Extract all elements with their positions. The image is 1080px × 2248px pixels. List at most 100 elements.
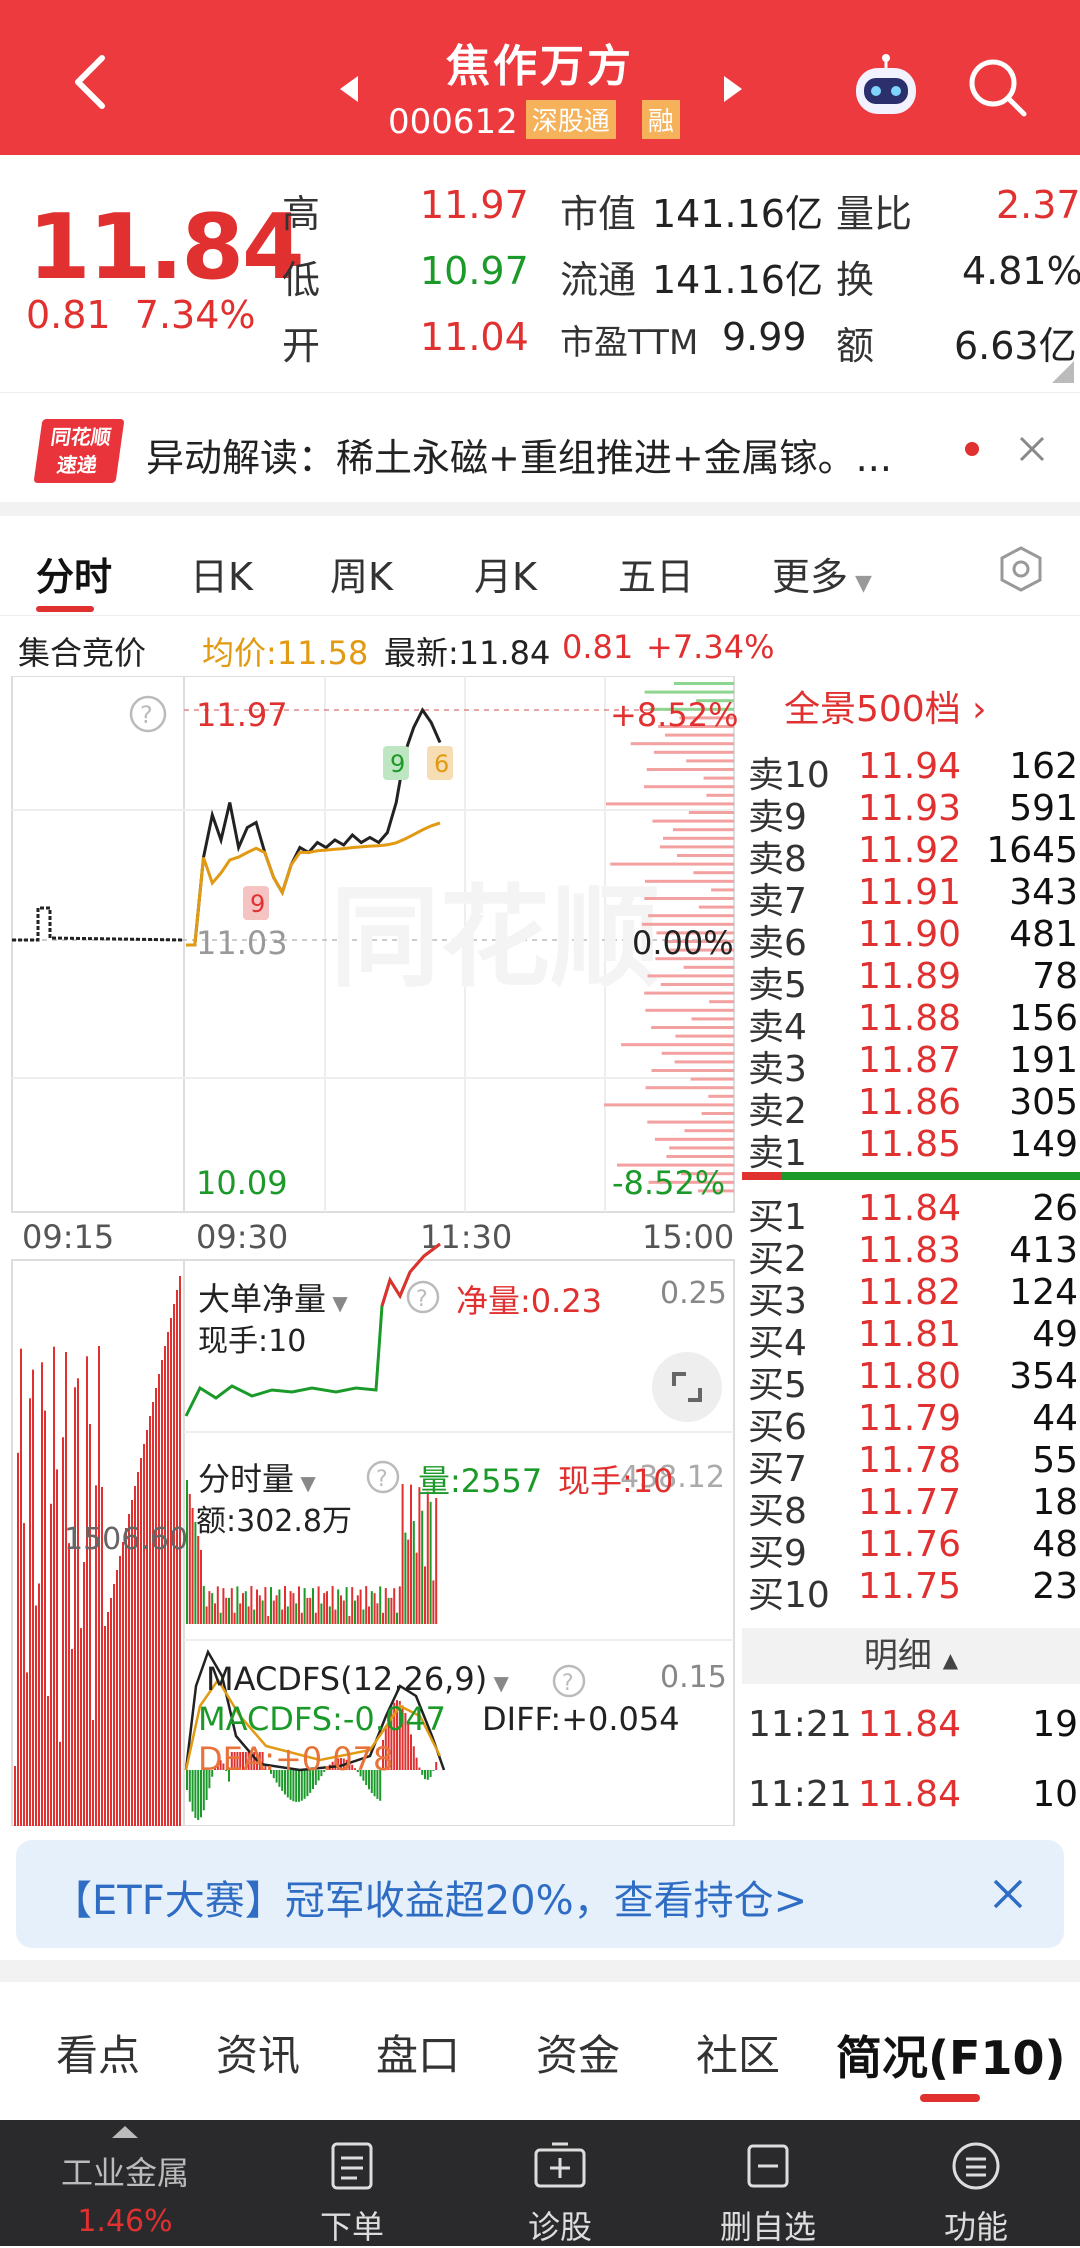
depth-bar bbox=[709, 1000, 734, 1003]
macd-help-icon[interactable]: ? bbox=[552, 1664, 586, 1698]
sell-row[interactable]: 卖911.93591 bbox=[748, 788, 1078, 830]
sell-row[interactable]: 卖611.90481 bbox=[748, 914, 1078, 956]
full-depth-link[interactable]: 全景500档 › bbox=[784, 680, 987, 732]
buy-price: 11.81 bbox=[858, 1314, 961, 1355]
buy-row[interactable]: 买711.7855 bbox=[748, 1440, 1078, 1482]
etf-banner[interactable]: 【ETF大赛】冠军收益超20%，查看持仓> bbox=[16, 1840, 1064, 1948]
tab-weekly-k[interactable]: 周K bbox=[330, 546, 393, 601]
flow-help-icon[interactable]: ? bbox=[406, 1280, 440, 1314]
order-book: 全景500档 › 卖1011.94162卖911.93591卖811.92164… bbox=[740, 670, 1080, 1830]
buy-row[interactable]: 买611.7944 bbox=[748, 1398, 1078, 1440]
help-icon[interactable]: ? bbox=[131, 697, 165, 731]
sell-row[interactable]: 卖1011.94162 bbox=[748, 746, 1078, 788]
auction-bar bbox=[98, 1346, 100, 1826]
sell-row[interactable]: 卖111.85149 bbox=[748, 1124, 1078, 1166]
tab-f10[interactable]: 简况(F10) bbox=[836, 2022, 1065, 2088]
volume-bar bbox=[220, 1613, 222, 1624]
auction-bar bbox=[71, 1649, 73, 1826]
expand-corner-icon[interactable] bbox=[1052, 361, 1074, 383]
flow-title[interactable]: 大单净量 ▼ bbox=[198, 1274, 348, 1320]
tab-community[interactable]: 社区 bbox=[696, 2022, 780, 2083]
sector-button[interactable]: 工业金属 1.46% bbox=[40, 2124, 210, 2239]
macd-value: MACDFS:-0.047 bbox=[198, 1700, 446, 1738]
volume-bar bbox=[228, 1598, 230, 1624]
tab-daily-k[interactable]: 日K bbox=[190, 546, 253, 601]
close-icon[interactable] bbox=[992, 1878, 1024, 1910]
tab-intraday[interactable]: 分时 bbox=[36, 546, 112, 601]
buy-row[interactable]: 买311.82124 bbox=[748, 1272, 1078, 1314]
buy-row[interactable]: 买211.83413 bbox=[748, 1230, 1078, 1272]
etf-text: 【ETF大赛】冠军收益超20%，查看持仓> bbox=[52, 1868, 807, 1926]
sell-row[interactable]: 卖411.88156 bbox=[748, 998, 1078, 1040]
volume-bar bbox=[332, 1586, 334, 1624]
tab-news[interactable]: 资讯 bbox=[216, 2022, 300, 2083]
order-icon bbox=[327, 2140, 377, 2194]
volume-bar bbox=[371, 1591, 373, 1624]
auction-bar bbox=[116, 1570, 118, 1826]
sell-row[interactable]: 卖311.87191 bbox=[748, 1040, 1078, 1082]
marker-6[interactable]: 6 bbox=[427, 746, 453, 780]
tab-highlights[interactable]: 看点 bbox=[56, 2022, 140, 2083]
sell-volume: 156 bbox=[1009, 998, 1078, 1039]
buy-volume: 413 bbox=[1009, 1230, 1078, 1271]
buy-row[interactable]: 买511.80354 bbox=[748, 1356, 1078, 1398]
settings-hexagon-icon[interactable] bbox=[996, 544, 1046, 594]
assistant-robot-icon[interactable] bbox=[848, 52, 924, 122]
sell-row[interactable]: 卖511.8978 bbox=[748, 956, 1078, 998]
volume-bar bbox=[304, 1588, 306, 1624]
sell-volume: 481 bbox=[1009, 914, 1078, 955]
tab-more[interactable]: 更多 ▼ bbox=[772, 546, 872, 601]
next-stock-icon[interactable] bbox=[722, 74, 744, 104]
sell-row[interactable]: 卖711.91343 bbox=[748, 872, 1078, 914]
buy-row[interactable]: 买411.8149 bbox=[748, 1314, 1078, 1356]
detail-tab[interactable]: 明细 ▲ bbox=[742, 1628, 1080, 1684]
volume-help-icon[interactable]: ? bbox=[366, 1460, 400, 1494]
function-button[interactable]: 功能 bbox=[906, 2140, 1046, 2248]
tab-orderbook[interactable]: 盘口 bbox=[376, 2022, 460, 2083]
buy-price: 11.75 bbox=[858, 1566, 961, 1607]
search-icon[interactable] bbox=[966, 56, 1028, 118]
depth-bar bbox=[669, 1146, 734, 1149]
volume-bar bbox=[374, 1593, 376, 1624]
depth-bar bbox=[689, 811, 734, 814]
remove-watchlist-button[interactable]: 删自选 bbox=[698, 2140, 838, 2248]
sell-row[interactable]: 卖211.86305 bbox=[748, 1082, 1078, 1124]
volume-bar bbox=[239, 1603, 241, 1624]
sell-row[interactable]: 卖811.921645 bbox=[748, 830, 1078, 872]
tab-funds[interactable]: 资金 bbox=[536, 2022, 620, 2083]
remove-icon bbox=[743, 2140, 793, 2194]
intraday-chart[interactable]: 同花顺 9 9 6 ? 11.97 11.03 10.09 +8.52% 0.0… bbox=[0, 676, 740, 1826]
buy-row[interactable]: 买111.8426 bbox=[748, 1188, 1078, 1230]
macd-title[interactable]: MACDFS(12,26,9) ▼ bbox=[206, 1660, 509, 1698]
auction-bar bbox=[149, 1416, 151, 1826]
trade-row[interactable]: 11:2111.8410 bbox=[748, 1774, 1078, 1816]
depth-bar bbox=[673, 828, 734, 831]
close-icon[interactable] bbox=[1018, 435, 1046, 463]
depth-bar bbox=[699, 906, 734, 909]
volume-bar bbox=[430, 1502, 432, 1624]
trade-row[interactable]: 11:2111.8419 bbox=[748, 1704, 1078, 1746]
marker-9-high[interactable]: 9 bbox=[383, 746, 409, 780]
volratio-label: 量比 bbox=[836, 183, 912, 238]
buy-row[interactable]: 买911.7648 bbox=[748, 1524, 1078, 1566]
depth-bar bbox=[702, 1112, 734, 1115]
low-value: 10.97 bbox=[420, 249, 529, 293]
marker-9-low[interactable]: 9 bbox=[243, 886, 269, 920]
svg-text:6: 6 bbox=[434, 750, 449, 778]
tab-monthly-k[interactable]: 月K bbox=[474, 546, 537, 601]
auction-bar bbox=[176, 1290, 178, 1826]
fullscreen-button[interactable] bbox=[652, 1352, 722, 1422]
trade-volume: 19 bbox=[1032, 1704, 1078, 1745]
trade-price: 11.84 bbox=[858, 1704, 961, 1745]
notice-bar[interactable]: 同花顺速递 异动解读：稀土永磁+重组推进+金属镓。... bbox=[0, 392, 1080, 502]
order-button[interactable]: 下单 bbox=[282, 2140, 422, 2248]
volume-bar bbox=[402, 1484, 404, 1624]
buy-row[interactable]: 买811.7718 bbox=[748, 1482, 1078, 1524]
volume-bar bbox=[242, 1593, 244, 1624]
mid-pct-label: 0.00% bbox=[632, 924, 734, 962]
buy-row[interactable]: 买1011.7523 bbox=[748, 1566, 1078, 1608]
volume-title[interactable]: 分时量 ▼ bbox=[198, 1454, 316, 1500]
diagnose-button[interactable]: 诊股 bbox=[490, 2140, 630, 2248]
diff-value: DIFF:+0.054 bbox=[482, 1700, 680, 1738]
tab-five-day[interactable]: 五日 bbox=[618, 546, 694, 601]
